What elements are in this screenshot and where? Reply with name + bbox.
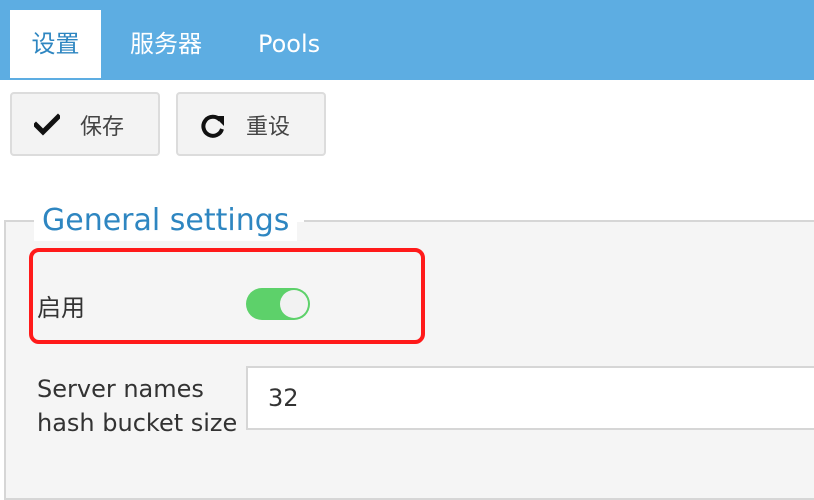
check-icon xyxy=(32,113,62,137)
enable-label: 启用 xyxy=(37,294,85,322)
highlight-box xyxy=(29,248,425,344)
hash-bucket-size-input[interactable] xyxy=(246,366,814,430)
enable-toggle[interactable] xyxy=(246,288,310,320)
hash-bucket-size-label: Server names hash bucket size xyxy=(37,372,247,440)
hash-bucket-size-label-line2: hash bucket size xyxy=(37,409,238,437)
tab-servers[interactable]: 服务器 xyxy=(130,10,202,78)
toggle-knob xyxy=(280,290,308,318)
hash-bucket-size-label-line1: Server names xyxy=(37,375,204,403)
tab-bar: 设置 服务器 Pools xyxy=(0,0,814,80)
save-button-label: 保存 xyxy=(80,115,125,140)
tab-pools[interactable]: Pools xyxy=(258,10,320,78)
refresh-icon xyxy=(200,113,226,138)
save-button[interactable]: 保存 xyxy=(10,92,160,156)
reset-button-label: 重设 xyxy=(246,115,291,140)
section-legend: General settings xyxy=(34,201,298,241)
tab-settings[interactable]: 设置 xyxy=(10,10,101,78)
reset-button[interactable]: 重设 xyxy=(176,92,326,156)
